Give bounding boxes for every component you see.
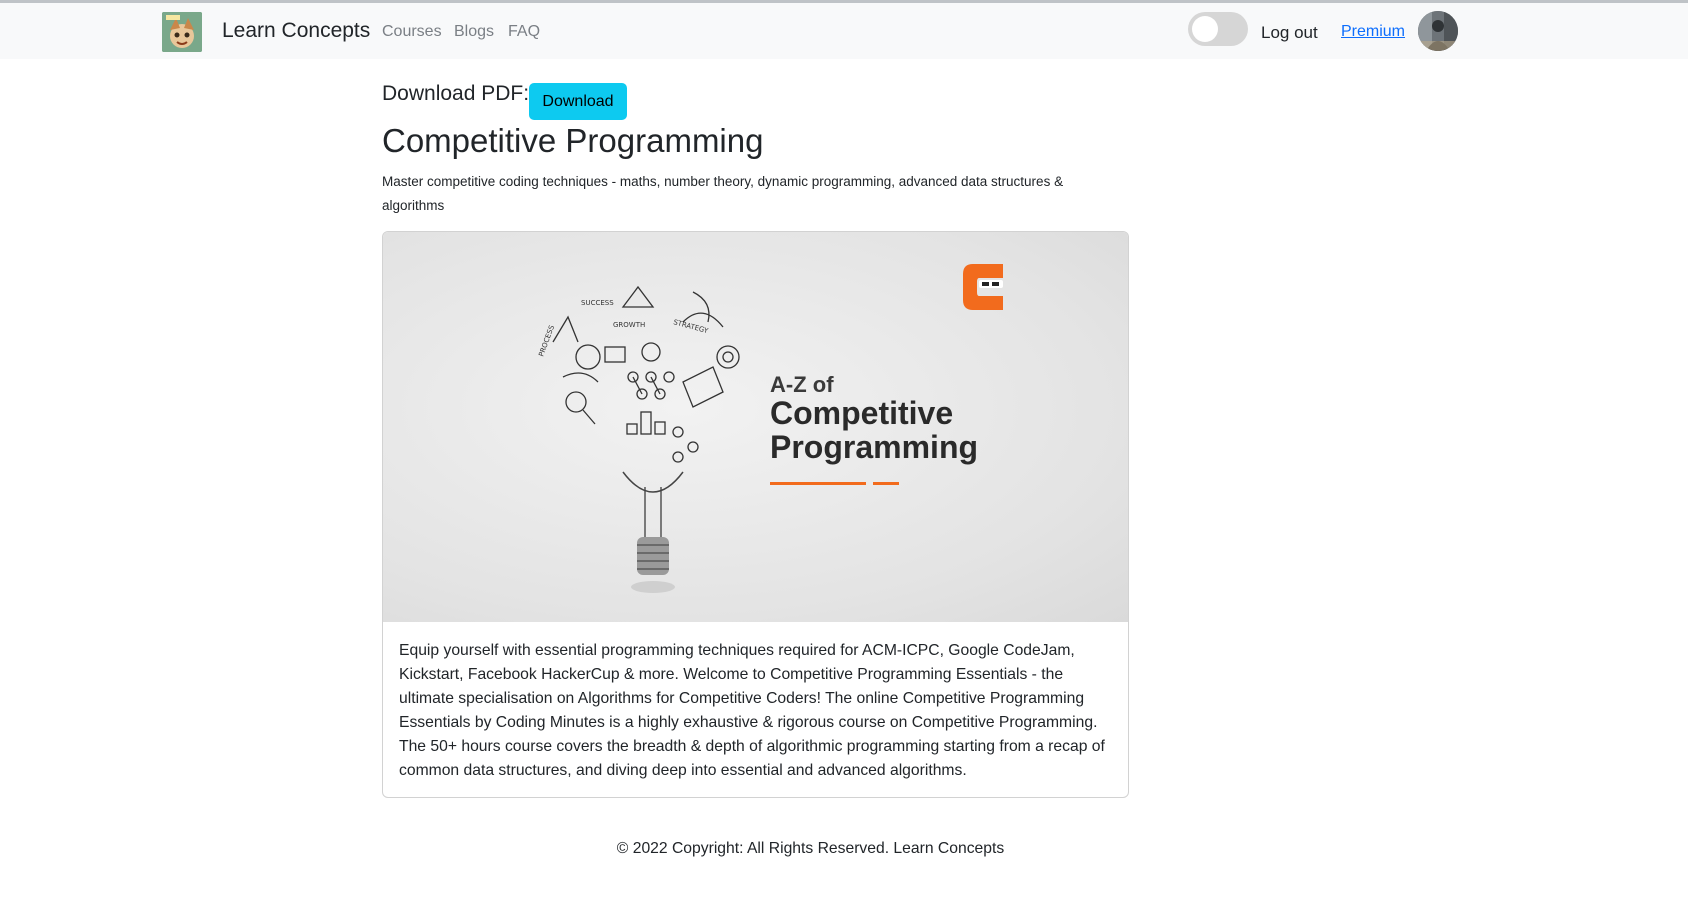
banner-underline-2 xyxy=(873,482,899,485)
download-pdf-label: Download PDF: xyxy=(382,82,530,105)
toggle-knob xyxy=(1192,16,1218,42)
nav-link-faq[interactable]: FAQ xyxy=(508,23,540,41)
doodle-word-growth: GROWTH xyxy=(613,321,645,329)
theme-toggle[interactable] xyxy=(1188,12,1248,46)
brand-logo-icon[interactable] xyxy=(162,12,202,52)
banner-illustration: SUCCESS GROWTH STRATEGY PROCESS A-Z of C… xyxy=(537,264,1003,593)
coding-minutes-logo-icon xyxy=(963,264,1003,310)
nav-link-blogs[interactable]: Blogs xyxy=(454,23,494,41)
course-description: Equip yourself with essential programmin… xyxy=(399,642,1105,779)
nav-link-courses[interactable]: Courses xyxy=(382,23,442,41)
course-card: SUCCESS GROWTH STRATEGY PROCESS A-Z of C… xyxy=(382,231,1129,798)
brand-name[interactable]: Learn Concepts xyxy=(222,19,370,43)
doodle-word-success: SUCCESS xyxy=(581,299,614,307)
navbar: Learn Concepts Courses Blogs FAQ Log out… xyxy=(0,3,1688,59)
banner-line-2: Competitive xyxy=(770,395,953,431)
footer-copyright: © 2022 Copyright: All Rights Reserved. L… xyxy=(616,840,1005,857)
banner-underline-1 xyxy=(770,482,866,485)
banner-line-3: Programming xyxy=(770,429,978,465)
premium-link[interactable]: Premium xyxy=(1341,23,1405,41)
course-banner-image: SUCCESS GROWTH STRATEGY PROCESS A-Z of C… xyxy=(383,232,1128,622)
download-button[interactable]: Download xyxy=(529,83,627,120)
page-subtitle: Master competitive coding techniques - m… xyxy=(382,174,1064,213)
banner-line-1: A-Z of xyxy=(770,372,834,397)
lightbulb-illustration-icon: SUCCESS GROWTH STRATEGY PROCESS xyxy=(537,285,740,593)
page-title: Competitive Programming xyxy=(382,122,764,159)
doodle-word-strategy: STRATEGY xyxy=(672,318,709,335)
user-avatar-icon[interactable] xyxy=(1418,11,1458,51)
logout-link[interactable]: Log out xyxy=(1261,23,1318,43)
